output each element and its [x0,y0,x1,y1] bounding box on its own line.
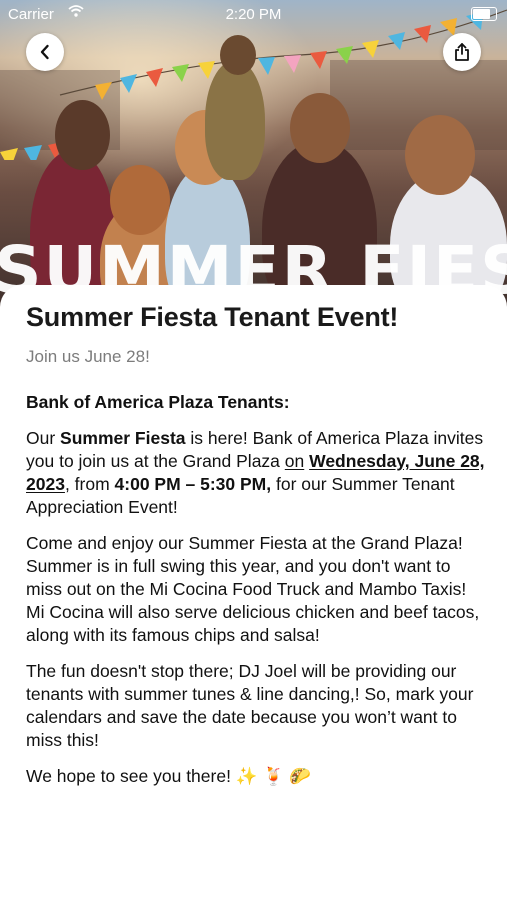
date-link[interactable]: on [285,451,304,471]
chevron-left-icon [40,44,49,60]
status-bar: Carrier 2:20 PM [0,0,507,28]
event-subtitle: Join us June 28! [26,347,150,366]
event-paragraph: Come and enjoy our Summer Fiesta at the … [26,533,480,645]
event-paragraph: The fun doesn't stop there; DJ Joel will… [26,661,474,750]
hero-image: SUMMER FIESTA [0,0,507,320]
time-range: 4:00 PM – 5:30 PM, [114,474,272,494]
text-run: , from [64,474,115,494]
greeting: Bank of America Plaza Tenants: [26,392,290,412]
battery-level [473,9,490,19]
share-icon [455,43,469,61]
partygoer-head [405,115,475,195]
status-time: 2:20 PM [225,6,282,23]
battery-icon [471,7,497,21]
partygoer-head [290,93,350,163]
closing-line: We hope to see you there! ✨ 🍹 🌮 [26,766,311,786]
text-run: Our [26,428,61,448]
bold-run: Summer Fiesta [60,428,186,448]
event-content: Summer Fiesta Tenant Event! Join us June… [26,302,486,788]
partygoer-head [110,165,170,235]
event-title: Summer Fiesta Tenant Event! [26,302,399,332]
share-button[interactable] [443,33,481,71]
back-button[interactable] [26,33,64,71]
partygoer-head [55,100,110,170]
partygoer-head [220,35,256,75]
event-paragraph: Our Summer Fiesta is here! Bank of Ameri… [26,427,486,519]
partygoer [205,60,265,180]
